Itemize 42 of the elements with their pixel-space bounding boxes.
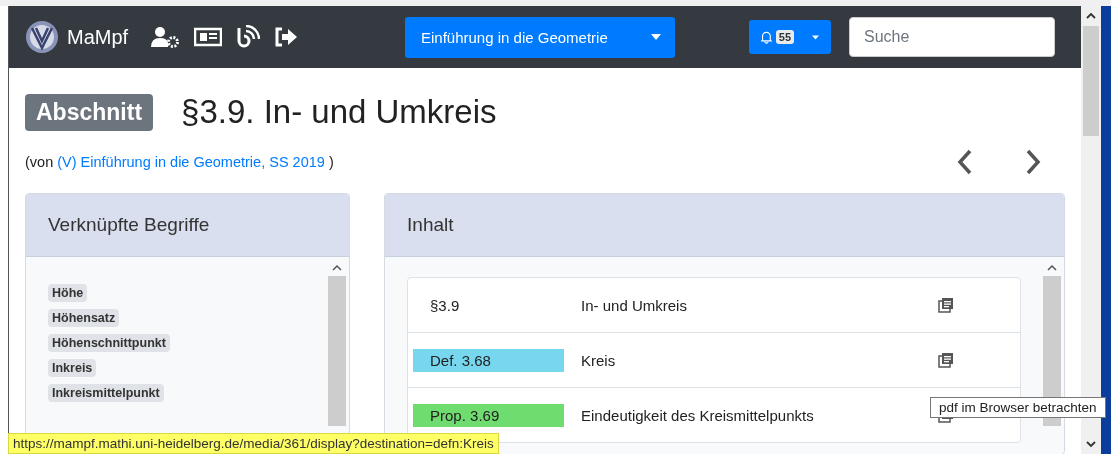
term-tag[interactable]: Höhensatz <box>48 309 120 327</box>
notifications-button[interactable]: 55 <box>749 20 831 54</box>
logo-icon[interactable] <box>25 20 59 54</box>
caret-icon <box>651 34 661 40</box>
item-label: Prop. 3.69 <box>413 403 565 427</box>
tooltip: pdf im Browser betrachten <box>930 397 1106 418</box>
previous-icon[interactable] <box>957 149 973 175</box>
next-icon[interactable] <box>1025 149 1041 175</box>
term-tag[interactable]: Höhenschnittpunkt <box>48 334 170 352</box>
documents-icon[interactable] <box>938 297 955 313</box>
notification-count: 55 <box>775 30 795 44</box>
course-dropdown[interactable]: Einführung in die Geometrie <box>405 16 675 58</box>
user-gear-icon[interactable] <box>150 25 181 49</box>
term-tag[interactable]: Inkreis <box>48 359 97 377</box>
page-title: §3.9. In- und Umkreis <box>181 93 497 131</box>
term-tag[interactable]: Inkreismittelpunkt <box>48 384 164 402</box>
item-title[interactable]: In- und Umkreis <box>581 296 922 314</box>
chevron-up-icon[interactable] <box>1047 264 1057 272</box>
chevron-down-icon[interactable] <box>1085 440 1097 448</box>
search-field[interactable]: Suche <box>849 17 1055 57</box>
documents-icon[interactable] <box>938 352 955 368</box>
card-title: Inhalt <box>407 214 454 236</box>
brand-name[interactable]: MaMpf <box>67 25 129 49</box>
status-bar-url: https://mampf.mathi.uni-heidelberg.de/media/361/display?destination=defn:Kreis <box>8 433 499 454</box>
scroll-thumb[interactable] <box>1083 26 1099 136</box>
term-tag[interactable]: Höhe <box>48 284 88 302</box>
caret-icon <box>812 34 819 40</box>
lecture-link[interactable]: (V) Einführung in die Geometrie, SS 2019 <box>57 154 325 170</box>
podcast-icon[interactable] <box>236 25 261 49</box>
item-title[interactable]: Eindeutigkeit des Kreismittelpunkts <box>581 406 922 424</box>
bell-icon <box>761 29 772 45</box>
item-label: Def. 3.68 <box>413 348 565 372</box>
item-label: §3.9 <box>429 295 461 316</box>
chevron-up-icon[interactable] <box>332 264 343 272</box>
section-badge: Abschnitt <box>25 93 154 131</box>
card-title: Verknüpfte Begriffe <box>48 214 210 236</box>
chevron-up-icon[interactable] <box>1085 12 1097 20</box>
item-title[interactable]: Kreis <box>581 351 922 369</box>
sign-out-icon[interactable] <box>274 27 299 47</box>
source-text: ) <box>328 154 334 170</box>
news-icon[interactable] <box>194 27 223 47</box>
source-text: (von <box>25 154 54 170</box>
